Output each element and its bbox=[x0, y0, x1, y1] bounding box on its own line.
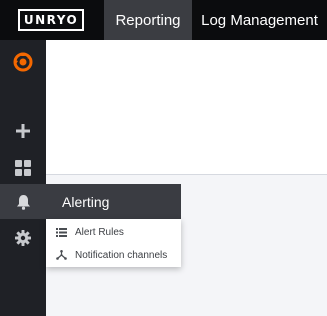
tab-reporting[interactable]: Reporting bbox=[104, 0, 192, 40]
unryo-logo[interactable]: UNRYO bbox=[18, 9, 84, 31]
dashboards-button[interactable] bbox=[0, 151, 46, 185]
top-navigation-bar: UNRYO Reporting Log Management bbox=[0, 0, 327, 40]
configuration-button[interactable] bbox=[0, 221, 46, 255]
share-nodes-icon bbox=[55, 249, 67, 261]
dashboards-grid-icon bbox=[15, 160, 31, 176]
menu-item-label: Alert Rules bbox=[75, 226, 124, 238]
list-icon bbox=[55, 226, 67, 238]
grafana-logo-icon bbox=[13, 52, 33, 72]
menu-item-alert-rules[interactable]: Alert Rules bbox=[46, 221, 181, 243]
tab-reporting-label: Reporting bbox=[115, 11, 181, 29]
grafana-home-button[interactable] bbox=[0, 45, 46, 79]
tab-log-management[interactable]: Log Management bbox=[192, 0, 327, 40]
gear-icon bbox=[15, 230, 31, 246]
sidebar bbox=[0, 40, 46, 316]
alerting-button[interactable] bbox=[0, 184, 46, 219]
alerting-submenu: Alert Rules Notification channels bbox=[46, 219, 181, 267]
menu-item-notification-channels[interactable]: Notification channels bbox=[46, 244, 181, 266]
alerting-flyout-header[interactable]: Alerting bbox=[46, 184, 181, 219]
bell-icon bbox=[16, 194, 30, 210]
alerting-title: Alerting bbox=[62, 193, 110, 210]
menu-item-label: Notification channels bbox=[75, 249, 168, 261]
plus-icon bbox=[16, 124, 30, 138]
create-button[interactable] bbox=[0, 114, 46, 148]
tab-log-management-label: Log Management bbox=[201, 11, 318, 29]
main-content-panel bbox=[46, 40, 327, 174]
logo-text: UNRYO bbox=[23, 13, 79, 27]
